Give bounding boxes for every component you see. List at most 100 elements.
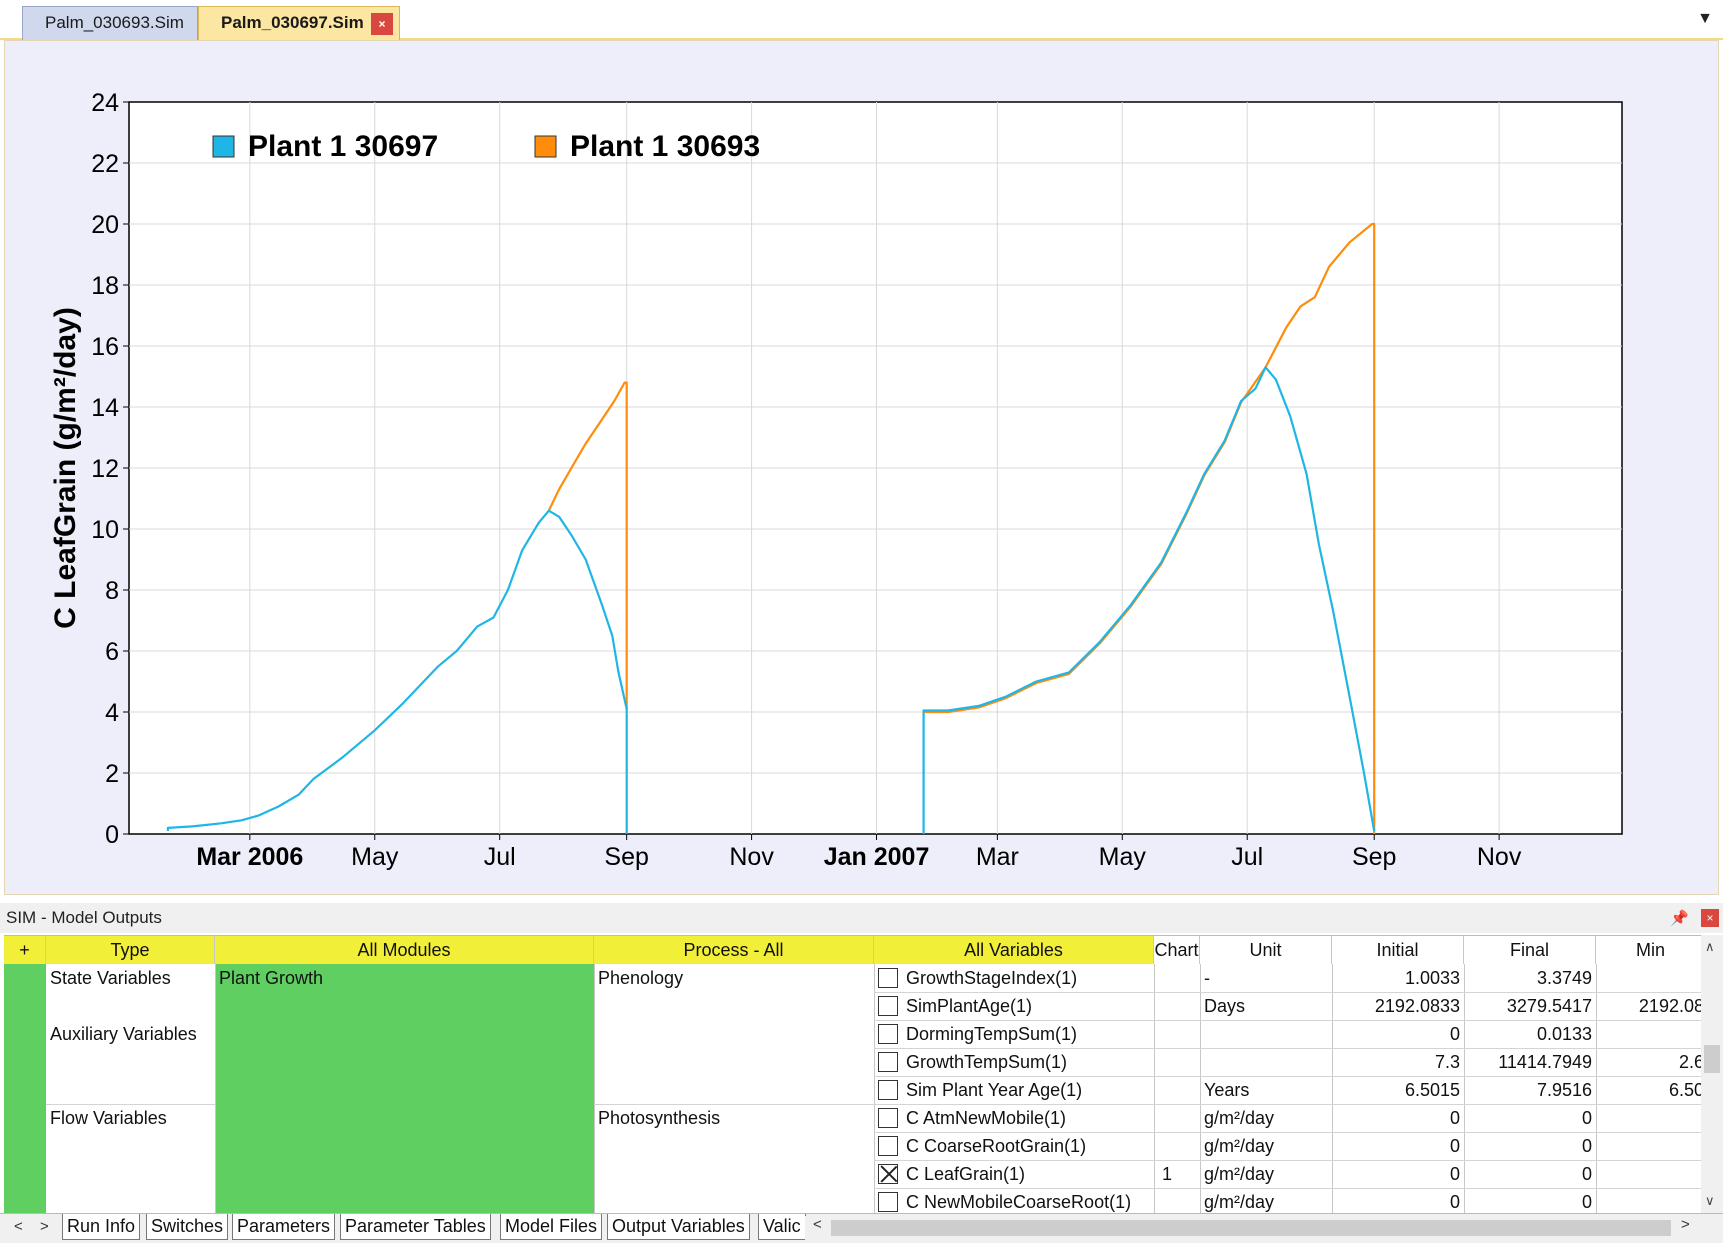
chart-checkbox[interactable] — [878, 1080, 898, 1100]
legend-swatch — [212, 135, 235, 158]
variable-name[interactable]: GrowthTempSum(1) — [906, 1048, 1067, 1076]
type-flow-variables[interactable]: Flow Variables — [50, 1104, 167, 1132]
tab-validation[interactable]: Valic — [758, 1214, 806, 1240]
y-tick-label: 24 — [91, 89, 119, 117]
type-filter-header[interactable]: Type — [46, 936, 215, 964]
x-tick-label: Sep — [1352, 843, 1396, 871]
process-photosynthesis[interactable]: Photosynthesis — [598, 1104, 720, 1132]
variable-name[interactable]: C LeafGrain(1) — [906, 1160, 1025, 1188]
variable-min: 6.50 — [1668, 1080, 1704, 1100]
tab-output-variables[interactable]: Output Variables — [607, 1214, 750, 1240]
variable-final: 0 — [1581, 1108, 1592, 1128]
hscroll-thumb[interactable] — [831, 1220, 1671, 1236]
variable-name[interactable]: C AtmNewMobile(1) — [906, 1104, 1066, 1132]
horizontal-scrollbar[interactable]: < > — [805, 1216, 1700, 1240]
variable-final: 0 — [1581, 1192, 1592, 1212]
tab-switches[interactable]: Switches — [146, 1214, 229, 1240]
legend-swatch — [534, 135, 557, 158]
min-column-header[interactable]: Min — [1596, 936, 1706, 964]
tab-run-info[interactable]: Run Info — [62, 1214, 141, 1240]
expand-all-button[interactable]: + — [4, 936, 46, 964]
pin-icon[interactable]: 📌 — [1670, 904, 1689, 934]
scroll-thumb[interactable] — [1704, 1045, 1720, 1073]
variable-name[interactable]: C NewMobileCoarseRoot(1) — [906, 1188, 1131, 1216]
variable-min: 2.6 — [1678, 1052, 1704, 1072]
variable-final: 3.3749 — [1536, 968, 1592, 988]
chart-checkbox[interactable] — [878, 1108, 898, 1128]
bottom-tab-strip: < > Run Info Switches Parameters Paramet… — [0, 1213, 1723, 1243]
type-state-variables[interactable]: State Variables — [50, 964, 171, 992]
vertical-scrollbar[interactable]: ∧ ∨ — [1701, 935, 1723, 1213]
variable-name[interactable]: C CoarseRootGrain(1) — [906, 1132, 1086, 1160]
variable-initial: 0 — [1449, 1024, 1460, 1044]
process-filter-header[interactable]: Process - All — [594, 936, 874, 964]
variable-initial: 6.5015 — [1404, 1080, 1460, 1100]
y-tick-label: 12 — [91, 455, 119, 483]
close-panel-icon[interactable]: × — [1701, 909, 1719, 927]
y-tick-label: 14 — [91, 394, 119, 422]
close-tab-icon[interactable]: × — [371, 13, 393, 35]
tab-label: Palm_030693.Sim — [45, 13, 184, 32]
x-tick-label: Nov — [1477, 843, 1522, 871]
variable-final: 11414.7949 — [1498, 1052, 1592, 1072]
y-tick-label: 18 — [91, 272, 119, 300]
variable-final: 0 — [1581, 1136, 1592, 1156]
tab-list-dropdown-icon[interactable]: ▼ — [1697, 10, 1713, 28]
variable-name[interactable]: Sim Plant Year Age(1) — [906, 1076, 1082, 1104]
hscroll-left-icon[interactable]: < — [813, 1216, 822, 1233]
initial-column-header[interactable]: Initial — [1332, 936, 1464, 964]
variable-unit: g/m²/day — [1204, 1164, 1275, 1184]
scroll-down-icon[interactable]: ∨ — [1705, 1193, 1715, 1209]
modules-filter-header[interactable]: All Modules — [215, 936, 594, 964]
y-tick-label: 8 — [105, 577, 119, 605]
tab-parameters[interactable]: Parameters — [232, 1214, 336, 1240]
variable-unit: g/m²/day — [1204, 1108, 1275, 1128]
legend-label: Plant 1 30693 — [570, 130, 760, 163]
chart-checkbox[interactable] — [878, 968, 898, 988]
chart-checkbox[interactable] — [878, 1024, 898, 1044]
chart-checkbox[interactable] — [878, 1192, 898, 1212]
x-tick-labels: Mar 2006 May Jul Sep Nov Jan 2007 Mar May Jul Sep… — [196, 843, 1522, 871]
x-tick-label: May — [1099, 843, 1147, 871]
tab-model-files[interactable]: Model Files — [500, 1214, 603, 1240]
legend-label: Plant 1 30697 — [248, 130, 438, 163]
chart-column-header[interactable]: Chart — [1154, 936, 1200, 964]
x-tick-label: Mar — [976, 843, 1019, 871]
x-tick-label: Nov — [729, 843, 774, 871]
y-tick-label: 20 — [91, 211, 119, 239]
x-tick-label: May — [351, 843, 399, 871]
y-tick-label: 2 — [105, 760, 119, 788]
variable-final: 3279.5417 — [1506, 996, 1592, 1016]
hscroll-right-icon[interactable]: > — [1681, 1216, 1690, 1233]
variable-name[interactable]: GrowthStageIndex(1) — [906, 964, 1077, 992]
variable-name[interactable]: DormingTempSum(1) — [906, 1020, 1077, 1048]
chart-checkbox[interactable] — [878, 1164, 898, 1184]
y-tick-labels: 024681012141618202224 — [91, 89, 119, 849]
unit-column-header[interactable]: Unit — [1200, 936, 1332, 964]
process-phenology[interactable]: Phenology — [598, 964, 683, 992]
chart-checkbox[interactable] — [878, 1136, 898, 1156]
variable-unit: Days — [1204, 996, 1246, 1016]
tab-palm-030693[interactable]: Palm_030693.Sim — [22, 6, 198, 40]
chart-checkbox[interactable] — [878, 1052, 898, 1072]
tab-label: Palm_030697.Sim — [221, 13, 364, 32]
type-auxiliary-variables[interactable]: Auxiliary Variables — [50, 1020, 197, 1048]
variable-min: 2192.08 — [1638, 996, 1704, 1016]
divider — [1154, 964, 1155, 1214]
final-column-header[interactable]: Final — [1464, 936, 1596, 964]
tab-palm-030697[interactable]: Palm_030697.Sim × — [198, 6, 400, 40]
chart-panel: 0 2 4 6 8 10 12 14 16 18 20 22 24 Mar 2006 May Jul Sep N… — [4, 40, 1719, 895]
tabs-scroll-left-icon[interactable]: < — [14, 1218, 23, 1235]
module-plant-growth[interactable]: Plant Growth — [219, 964, 323, 992]
tab-parameter-tables[interactable]: Parameter Tables — [340, 1214, 491, 1240]
tabs-scroll-right-icon[interactable]: > — [40, 1218, 49, 1235]
line-chart: 024681012141618202224 Mar 2006 May Jul Sep N… — [49, 89, 1623, 871]
scroll-up-icon[interactable]: ∧ — [1705, 939, 1715, 955]
divider — [1200, 964, 1201, 1214]
panel-title: SIM - Model Outputs — [6, 908, 162, 927]
x-tick-label: Jan 2007 — [824, 843, 930, 871]
variable-name[interactable]: SimPlantAge(1) — [906, 992, 1032, 1020]
chart-checkbox[interactable] — [878, 996, 898, 1016]
row-selector-column — [4, 964, 46, 1214]
variables-filter-header[interactable]: All Variables — [874, 936, 1154, 964]
